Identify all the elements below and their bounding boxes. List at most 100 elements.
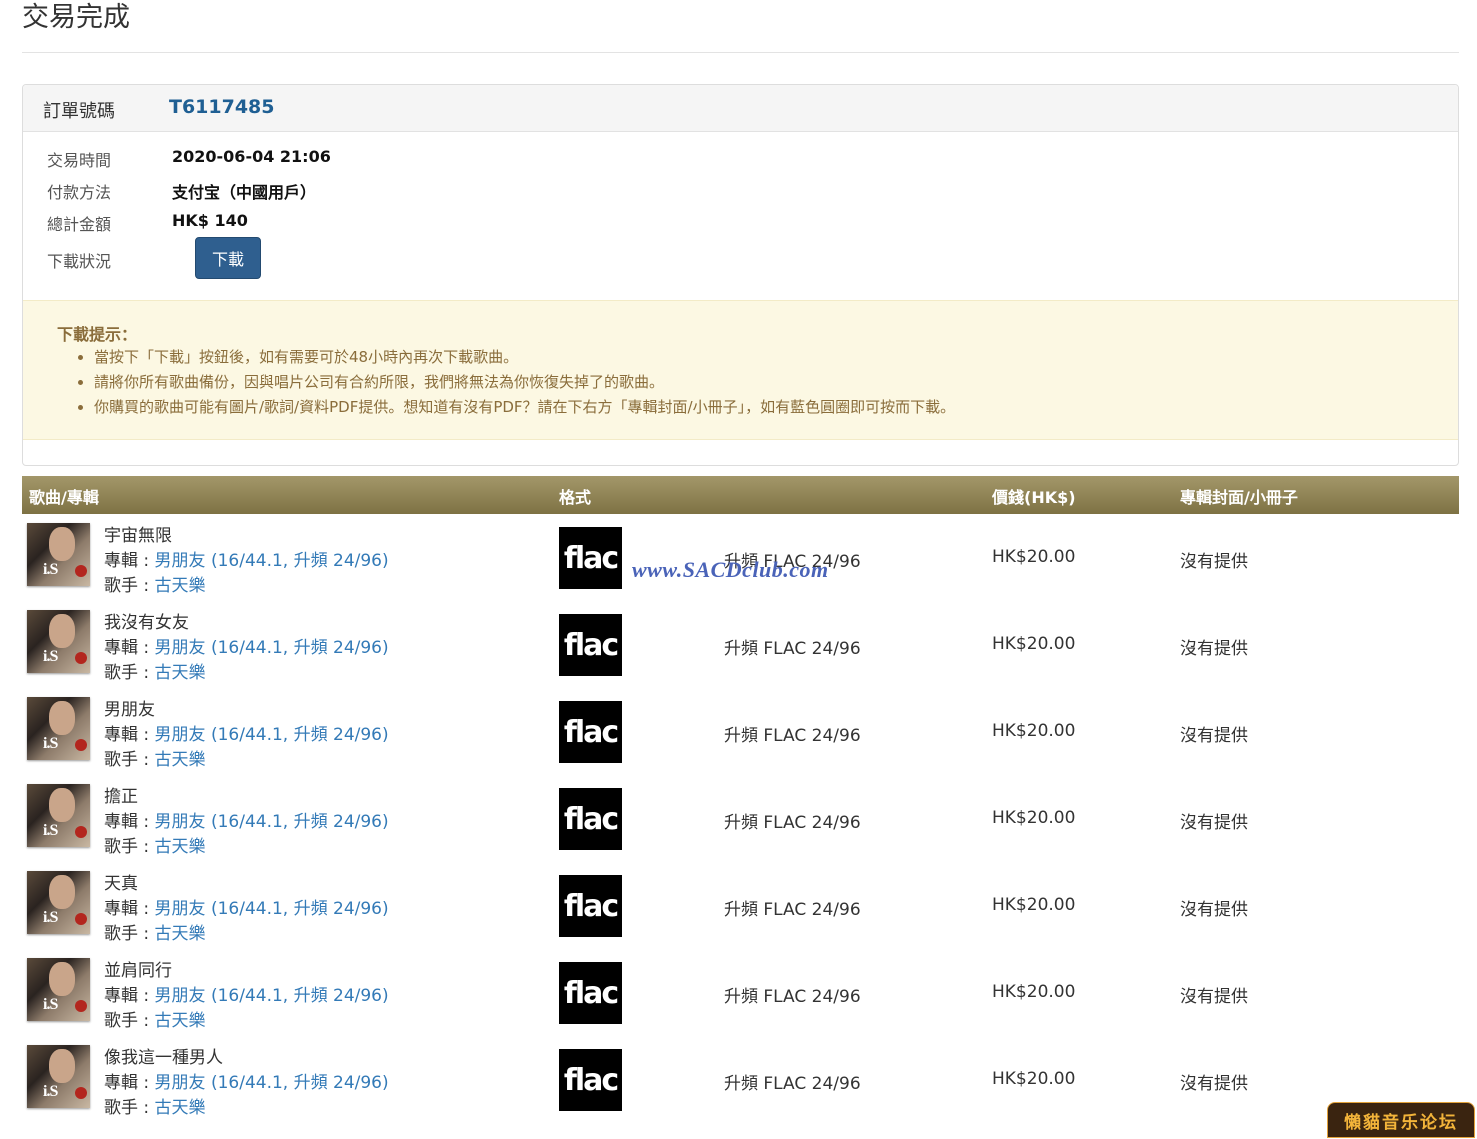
flac-icon: flac (559, 1049, 622, 1111)
booklet-status: 沒有提供 (1180, 552, 1248, 572)
album-prefix: 專輯 : (104, 1073, 155, 1093)
artist-prefix: 歌手 : (104, 750, 155, 770)
price-text: HK$20.00 (992, 721, 1076, 741)
download-notice: 下載提示： 當按下「下載」按鈕後，如有需要可於48小時內再次下載歌曲。 請將你所… (23, 300, 1458, 440)
album-cover-image[interactable]: i.S (27, 784, 90, 847)
album-cover-image[interactable]: i.S (27, 523, 90, 586)
song-title: 並肩同行 (104, 961, 172, 981)
album-line: 專輯 : 男朋友 (16/44.1, 升頻 24/96) (104, 981, 389, 1006)
album-cover-image[interactable]: i.S (27, 1045, 90, 1108)
cover-logo: i.S (43, 648, 58, 665)
artist-link[interactable]: 古天樂 (155, 1098, 206, 1118)
album-link[interactable]: 男朋友 (16/44.1, 升頻 24/96) (155, 638, 389, 658)
album-cover-image[interactable]: i.S (27, 958, 90, 1021)
transaction-time-value: 2020-06-04 21:06 (172, 147, 331, 166)
cover-logo: i.S (43, 561, 58, 578)
payment-method-value: 支付宝（中國用戶） (172, 183, 317, 202)
price-text: HK$20.00 (992, 808, 1076, 828)
cover-figure (49, 788, 75, 822)
artist-prefix: 歌手 : (104, 1098, 155, 1118)
price-text: HK$20.00 (992, 982, 1076, 1002)
header-format: 格式 (559, 488, 592, 507)
page-title: 交易完成 (22, 2, 130, 33)
artist-link[interactable]: 古天樂 (155, 750, 206, 770)
format-text: 升頻 FLAC 24/96 (724, 900, 861, 920)
artist-prefix: 歌手 : (104, 837, 155, 857)
album-link[interactable]: 男朋友 (16/44.1, 升頻 24/96) (155, 899, 389, 919)
notice-item: 當按下「下載」按鈕後，如有需要可於48小時內再次下載歌曲。 (94, 345, 955, 370)
album-link[interactable]: 男朋友 (16/44.1, 升頻 24/96) (155, 1073, 389, 1093)
notice-list: 當按下「下載」按鈕後，如有需要可於48小時內再次下載歌曲。 請將你所有歌曲備份，… (75, 345, 955, 420)
artist-link[interactable]: 古天樂 (155, 1011, 206, 1031)
artist-line: 歌手 : 古天樂 (104, 1093, 206, 1118)
cover-logo: i.S (43, 822, 58, 839)
header-booklet: 專輯封面/小冊子 (1180, 488, 1298, 507)
cover-figure (49, 527, 75, 561)
album-cover-image[interactable]: i.S (27, 697, 90, 760)
order-number-label: 訂單號碼 (43, 101, 115, 122)
artist-link[interactable]: 古天樂 (155, 837, 206, 857)
cover-stamp (75, 1087, 87, 1099)
flac-icon: flac (559, 614, 622, 676)
album-line: 專輯 : 男朋友 (16/44.1, 升頻 24/96) (104, 720, 389, 745)
song-title: 我沒有女友 (104, 613, 189, 633)
album-prefix: 專輯 : (104, 812, 155, 832)
download-button[interactable]: 下載 (195, 237, 261, 279)
order-panel: 訂單號碼 T6117485 交易時間 2020-06-04 21:06 付款方法… (22, 84, 1459, 466)
format-text: 升頻 FLAC 24/96 (724, 1074, 861, 1094)
table-row: i.S 天真專輯 : 男朋友 (16/44.1, 升頻 24/96) 歌手 : 古天… (22, 865, 1459, 952)
flac-icon: flac (559, 962, 622, 1024)
cover-stamp (75, 1000, 87, 1012)
booklet-status: 沒有提供 (1180, 1074, 1248, 1094)
total-amount-label: 總計金額 (47, 215, 112, 234)
tracks-table-header: 歌曲/專輯 格式 價錢(HK$) 專輯封面/小冊子 (22, 476, 1459, 514)
format-text: 升頻 FLAC 24/96 (724, 813, 861, 833)
album-line: 專輯 : 男朋友 (16/44.1, 升頻 24/96) (104, 1068, 389, 1093)
album-prefix: 專輯 : (104, 638, 155, 658)
download-status-label: 下載狀況 (47, 252, 112, 271)
artist-link[interactable]: 古天樂 (155, 576, 206, 596)
watermark-text: www.SACDclub.com (632, 557, 829, 582)
cover-stamp (75, 913, 87, 925)
song-title: 像我這一種男人 (104, 1048, 223, 1068)
booklet-status: 沒有提供 (1180, 813, 1248, 833)
song-title: 擔正 (104, 787, 138, 807)
song-title: 天真 (104, 874, 138, 894)
format-text: 升頻 FLAC 24/96 (724, 639, 861, 659)
album-link[interactable]: 男朋友 (16/44.1, 升頻 24/96) (155, 812, 389, 832)
header-price: 價錢(HK$) (992, 488, 1076, 507)
booklet-status: 沒有提供 (1180, 726, 1248, 746)
booklet-status: 沒有提供 (1180, 900, 1248, 920)
album-prefix: 專輯 : (104, 551, 155, 571)
price-text: HK$20.00 (992, 547, 1076, 567)
cover-logo: i.S (43, 909, 58, 926)
artist-prefix: 歌手 : (104, 576, 155, 596)
album-cover-image[interactable]: i.S (27, 871, 90, 934)
artist-line: 歌手 : 古天樂 (104, 658, 206, 683)
cover-logo: i.S (43, 735, 58, 752)
album-line: 專輯 : 男朋友 (16/44.1, 升頻 24/96) (104, 633, 389, 658)
cover-logo: i.S (43, 1083, 58, 1100)
album-link[interactable]: 男朋友 (16/44.1, 升頻 24/96) (155, 986, 389, 1006)
cover-logo: i.S (43, 996, 58, 1013)
album-link[interactable]: 男朋友 (16/44.1, 升頻 24/96) (155, 551, 389, 571)
artist-line: 歌手 : 古天樂 (104, 919, 206, 944)
artist-line: 歌手 : 古天樂 (104, 1006, 206, 1031)
cover-figure (49, 962, 75, 996)
song-title: 宇宙無限 (104, 526, 172, 546)
payment-method-label: 付款方法 (47, 183, 112, 202)
table-row: i.S 並肩同行 專輯 : 男朋友 (16/44.1, 升頻 24/96) 歌手 : … (22, 952, 1459, 1039)
album-prefix: 專輯 : (104, 899, 155, 919)
album-line: 專輯 : 男朋友 (16/44.1, 升頻 24/96) (104, 546, 389, 571)
header-song: 歌曲/專輯 (29, 488, 99, 507)
table-row: i.S 像我這一種男人 專輯 : 男朋友 (16/44.1, 升頻 24/96) 歌手… (22, 1039, 1459, 1126)
artist-link[interactable]: 古天樂 (155, 663, 206, 683)
cover-stamp (75, 826, 87, 838)
notice-item: 請將你所有歌曲備份，因與唱片公司有合約所限，我們將無法為你恢復失掉了的歌曲。 (94, 370, 955, 395)
cover-figure (49, 701, 75, 735)
flac-icon: flac (559, 701, 622, 763)
album-cover-image[interactable]: i.S (27, 610, 90, 673)
artist-link[interactable]: 古天樂 (155, 924, 206, 944)
booklet-status: 沒有提供 (1180, 987, 1248, 1007)
album-link[interactable]: 男朋友 (16/44.1, 升頻 24/96) (155, 725, 389, 745)
